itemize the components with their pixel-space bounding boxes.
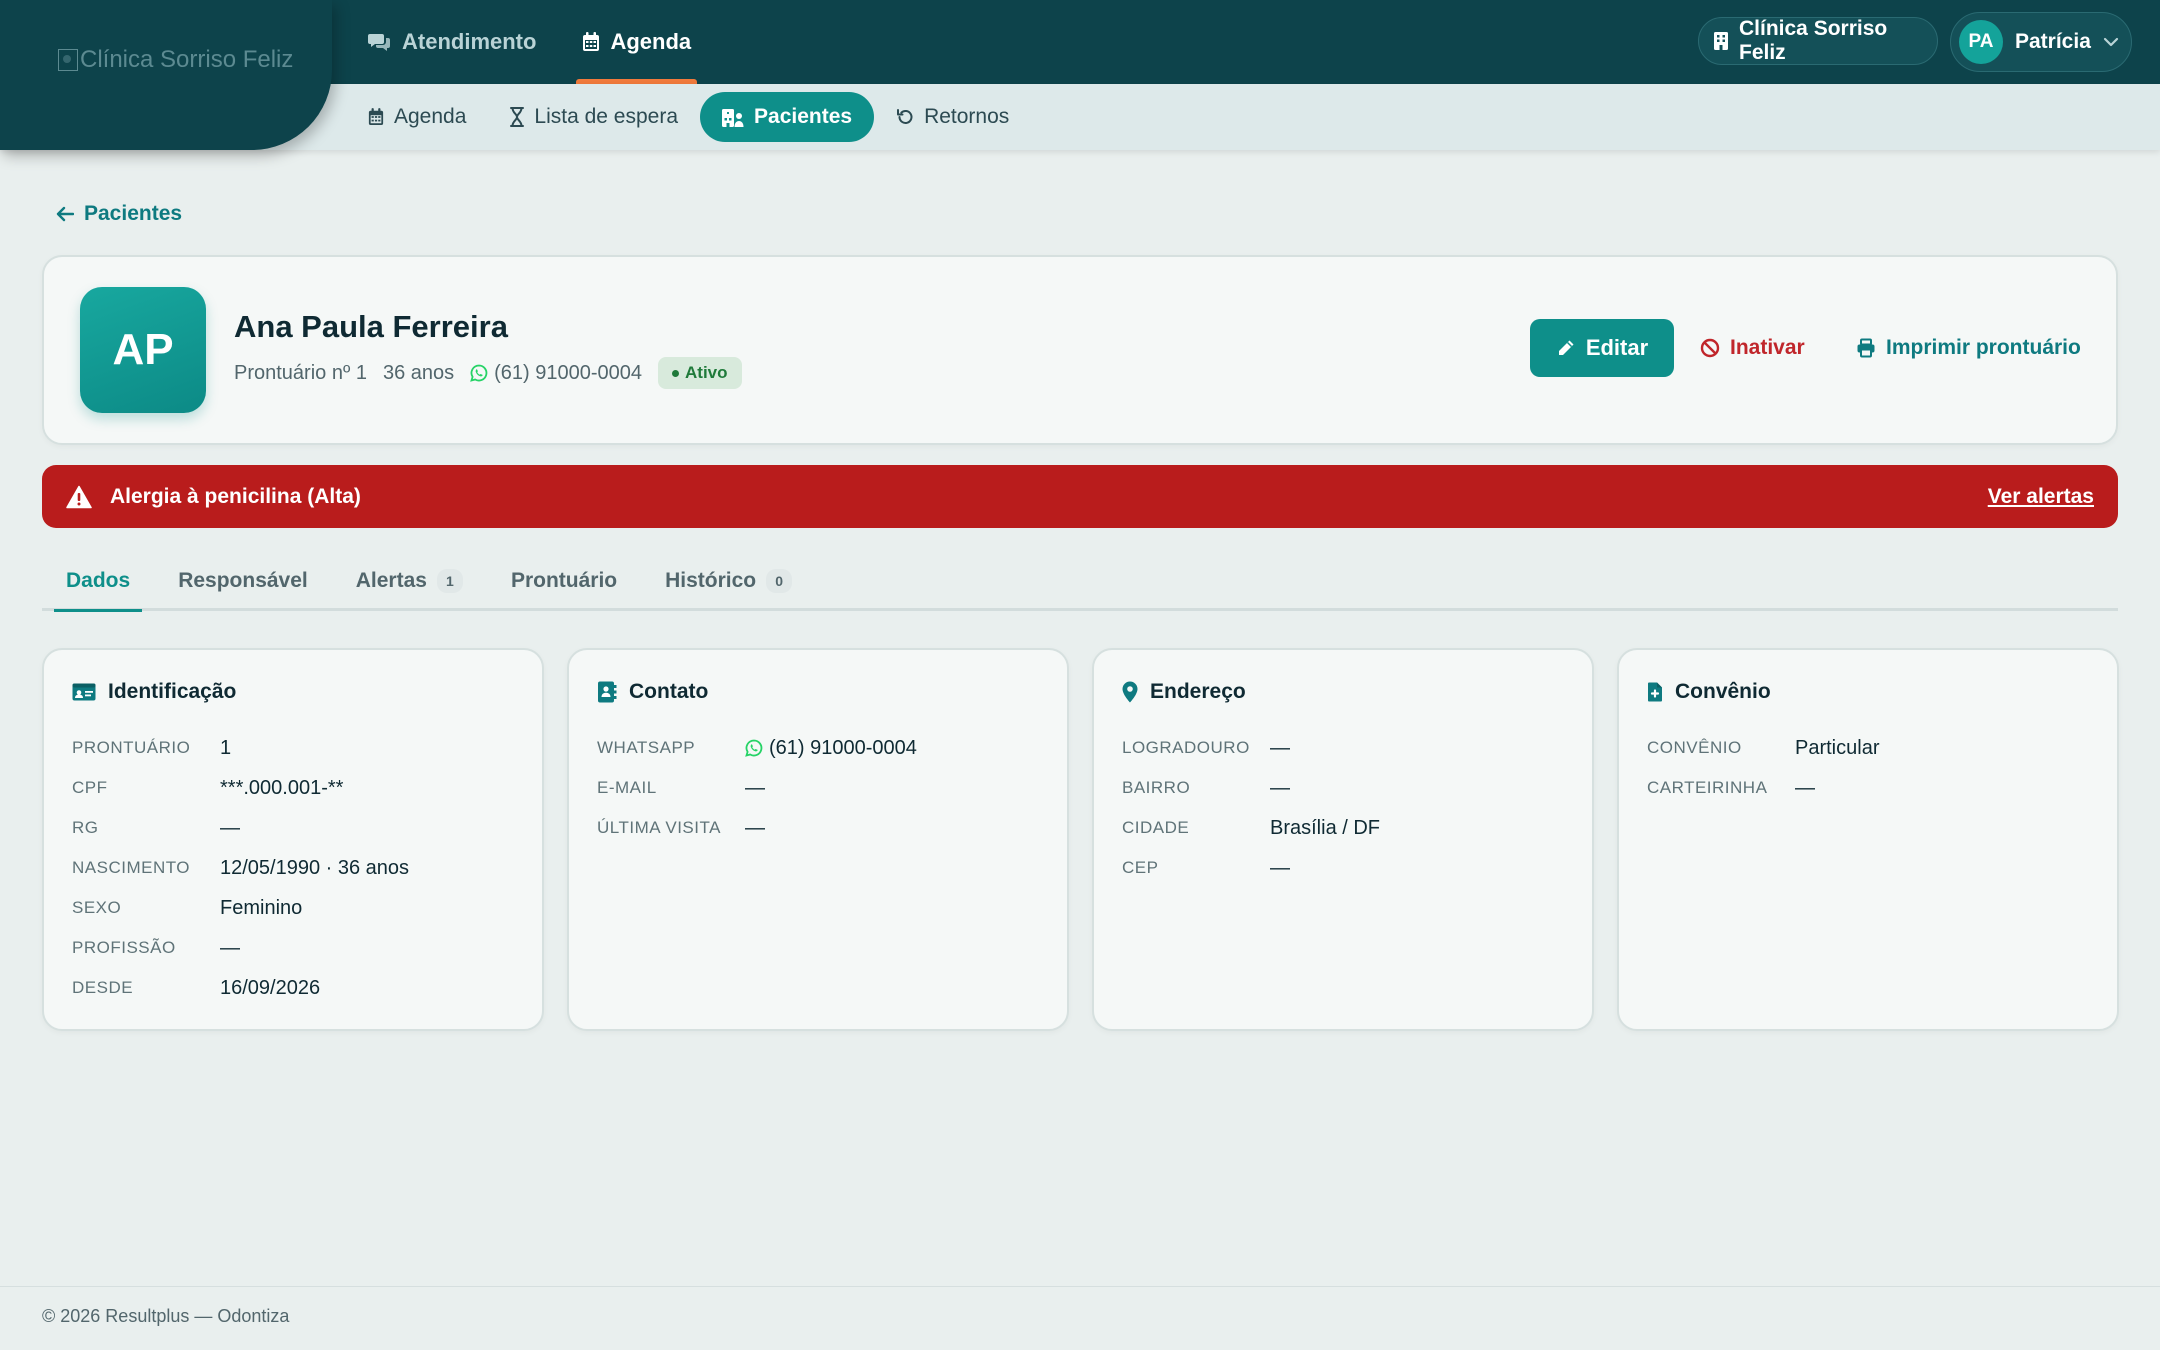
tab-historico[interactable]: Histórico 0 — [641, 553, 816, 609]
clinic-name: Clínica Sorriso Feliz — [1739, 17, 1888, 64]
field-bairro: BAIRRO — — [1122, 776, 1290, 799]
tab-responsavel[interactable]: Responsável — [154, 553, 332, 609]
subnav-retornos[interactable]: Retornos — [874, 92, 1031, 142]
patient-tabs: Dados Responsável Alertas 1 Prontuário H… — [42, 553, 2118, 612]
hospital-user-icon — [722, 107, 744, 127]
file-medical-icon — [1647, 682, 1663, 702]
identificacao-title: Identificação — [72, 680, 514, 704]
subnav-lista-de-espera-label: Lista de espera — [534, 105, 679, 128]
logo-area[interactable]: Clínica Sorriso Feliz — [0, 0, 332, 150]
patient-age: 36 anos — [382, 361, 455, 384]
field-cidade: CIDADE Brasília / DF — [1122, 816, 1381, 839]
printer-icon — [1856, 338, 1876, 358]
subnav-pacientes-label: Pacientes — [754, 105, 853, 128]
field-cpf: CPF ***.000.001-** — [72, 776, 344, 799]
undo-icon — [896, 108, 914, 126]
tab-alertas[interactable]: Alertas 1 — [332, 553, 487, 609]
avatar: PA — [1959, 20, 2003, 64]
convenio-card: Convênio CONVÊNIO Particular CARTEIRINHA — — [1617, 648, 2119, 1031]
patient-record: Prontuário nº 1 — [234, 361, 367, 384]
clinic-logo[interactable]: Clínica Sorriso Feliz — [58, 46, 293, 74]
patient-phone[interactable]: (61) 91000-0004 — [470, 362, 642, 385]
field-ultima-visita: ÚLTIMA VISITA — — [597, 816, 765, 839]
endereco-card: Endereço LOGRADOURO — BAIRRO — CIDADE Brasí… — [1092, 648, 1594, 1031]
inactivate-button[interactable]: Inativar — [1700, 319, 1805, 377]
building-icon — [1713, 31, 1729, 51]
nav-agenda-label: Agenda — [610, 29, 692, 54]
status-badge: Ativo — [658, 357, 742, 389]
contato-title: Contato — [597, 680, 1039, 704]
identificacao-card: Identificação PRONTUÁRIO 1 CPF ***.000.001… — [42, 648, 544, 1031]
map-pin-icon — [1122, 681, 1138, 703]
field-carteirinha: CARTEIRINHA — — [1647, 776, 1815, 799]
subnav-pacientes[interactable]: Pacientes — [700, 92, 875, 142]
footer-copyright: © 2026 Resultplus — Odontiza — [42, 1306, 290, 1326]
endereco-title: Endereço — [1122, 680, 1564, 704]
warning-icon — [66, 485, 92, 509]
view-alerts-link[interactable]: Ver alertas — [1988, 485, 2094, 509]
patient-avatar: AP — [80, 287, 206, 413]
subnav-agenda[interactable]: Agenda — [368, 92, 488, 142]
logo-alt-text: Clínica Sorriso Feliz — [80, 46, 294, 73]
field-cep: CEP — — [1122, 856, 1290, 879]
address-book-icon — [597, 681, 617, 703]
historico-count-badge: 0 — [766, 569, 793, 593]
user-name: Patrícia — [2015, 30, 2091, 53]
subnav-retornos-label: Retornos — [924, 105, 1010, 128]
back-to-patients-link[interactable]: Pacientes — [56, 202, 182, 226]
broken-image-icon — [58, 49, 78, 71]
nav-atendimento[interactable]: Atendimento — [368, 0, 536, 84]
comments-icon — [368, 32, 392, 52]
field-rg: RG — — [72, 816, 240, 839]
patient-name: Ana Paula Ferreira — [234, 309, 508, 344]
field-logradouro: LOGRADOURO — — [1122, 736, 1290, 759]
field-prontuario: PRONTUÁRIO 1 — [72, 736, 232, 759]
back-link-label: Pacientes — [84, 202, 183, 225]
convenio-title: Convênio — [1647, 680, 2089, 704]
calendar-icon — [368, 108, 384, 126]
edit-button[interactable]: Editar — [1530, 319, 1674, 377]
sub-nav: Agenda Lista de espera Pacientes Retorno… — [368, 92, 1031, 142]
patient-header-card: AP Ana Paula Ferreira Prontuário nº 1 36… — [42, 255, 2118, 445]
field-convenio: CONVÊNIO Particular — [1647, 736, 1880, 759]
main-nav: Atendimento Agenda — [368, 0, 697, 84]
hourglass-icon — [510, 107, 525, 127]
nav-atendimento-label: Atendimento — [402, 29, 537, 54]
alertas-count-badge: 1 — [436, 569, 463, 593]
clinic-selector[interactable]: Clínica Sorriso Feliz — [1698, 17, 1938, 65]
user-menu[interactable]: PA Patrícia — [1950, 12, 2132, 72]
alert-text: Alergia à penicilina (Alta) — [110, 484, 361, 508]
tab-prontuario[interactable]: Prontuário — [487, 553, 641, 609]
nav-agenda[interactable]: Agenda — [576, 0, 697, 84]
footer-divider — [0, 1286, 2160, 1287]
field-email: E-MAIL — — [597, 776, 765, 799]
pencil-icon — [1556, 338, 1576, 358]
field-nascimento: NASCIMENTO 12/05/1990 · 36 anos — [72, 856, 410, 879]
status-dot-icon — [672, 369, 680, 377]
ban-icon — [1700, 338, 1720, 358]
field-sexo: SEXO Feminino — [72, 896, 303, 919]
print-record-button[interactable]: Imprimir prontuário — [1856, 319, 2081, 377]
arrow-left-icon — [56, 206, 74, 222]
patient-meta: Prontuário nº 1 36 anos (61) 91000-0004 … — [234, 357, 742, 389]
whatsapp-icon — [470, 364, 488, 382]
subnav-lista-de-espera[interactable]: Lista de espera — [488, 92, 700, 142]
field-profissao: PROFISSÃO — — [72, 936, 240, 959]
id-card-icon — [72, 683, 96, 701]
tab-dados[interactable]: Dados — [42, 553, 154, 612]
field-whatsapp: WHATSAPP (61) 91000-0004 — [597, 736, 917, 759]
subnav-agenda-label: Agenda — [394, 105, 467, 128]
chevron-down-icon — [2103, 37, 2119, 47]
allergy-alert-banner: Alergia à penicilina (Alta) Ver alertas — [42, 465, 2118, 528]
field-desde: DESDE 16/09/2026 — [72, 976, 321, 999]
calendar-icon — [582, 32, 600, 52]
contato-card: Contato WHATSAPP (61) 91000-0004 E-MAIL —… — [567, 648, 1069, 1031]
whatsapp-icon — [745, 739, 763, 757]
